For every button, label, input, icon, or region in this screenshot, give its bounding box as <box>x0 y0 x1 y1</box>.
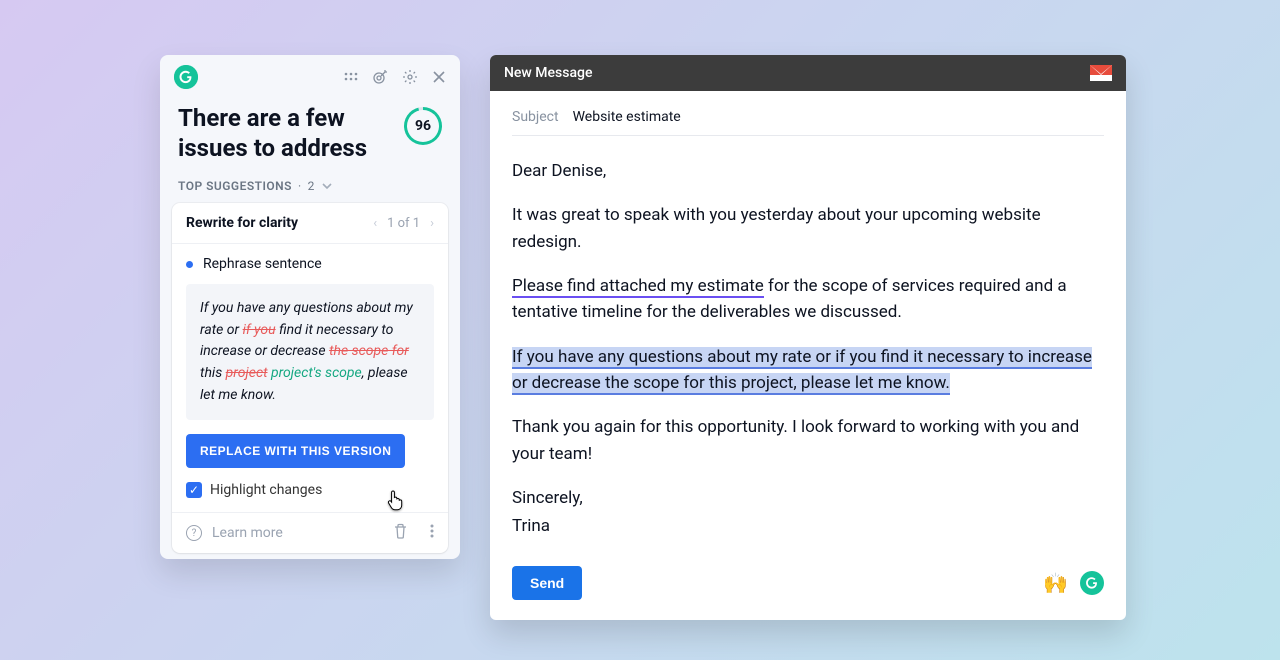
top-suggestions-toggle[interactable]: TOP SUGGESTIONS · 2 <box>160 163 460 203</box>
highlight-row[interactable]: ✓ Highlight changes <box>172 482 448 512</box>
goals-icon[interactable] <box>372 69 388 85</box>
email-greeting: Dear Denise, <box>512 158 1104 184</box>
top-suggestions-count: 2 <box>308 179 315 193</box>
cursor-hand-icon <box>386 489 406 516</box>
grammarly-status-icon[interactable] <box>1080 571 1104 595</box>
grammarly-panel: There are a few issues to address 96 TOP… <box>160 55 460 559</box>
email-window-title: New Message <box>504 65 592 81</box>
rewrite-snippet: If you have any questions about my rate … <box>186 284 434 420</box>
grammarly-header <box>160 55 460 93</box>
gear-icon[interactable] <box>402 69 418 85</box>
score-value: 96 <box>415 118 431 134</box>
email-signature: Trina <box>512 513 1104 539</box>
email-para: If you have any questions about my rate … <box>512 344 1104 397</box>
card-pager: ‹ 1 of 1 › <box>373 216 434 231</box>
email-footer: Send 🙌 <box>512 558 1104 600</box>
top-suggestions-label: TOP SUGGESTIONS <box>178 179 292 193</box>
pager-text: 1 of 1 <box>387 216 420 231</box>
card-title: Rewrite for clarity <box>186 215 298 231</box>
pager-next-icon[interactable]: › <box>430 216 434 231</box>
top-suggestions-dot: · <box>298 179 302 193</box>
email-para: It was great to speak with you yesterday… <box>512 202 1104 255</box>
chevron-down-icon <box>321 179 333 193</box>
learn-more-link[interactable]: Learn more <box>212 525 283 541</box>
rephrase-row: Rephrase sentence <box>172 244 448 284</box>
trash-icon[interactable] <box>393 523 408 543</box>
send-button[interactable]: Send <box>512 566 582 600</box>
grammarly-underline[interactable]: Please find attached my estimate <box>512 276 764 298</box>
pager-prev-icon[interactable]: ‹ <box>373 216 377 231</box>
snippet-insert: project's scope <box>268 365 362 381</box>
score-badge[interactable]: 96 <box>404 107 442 145</box>
rephrase-label: Rephrase sentence <box>203 256 322 272</box>
snippet-strike: project <box>226 365 268 381</box>
snippet-strike: the scope for <box>329 343 409 359</box>
suggestion-card: Rewrite for clarity ‹ 1 of 1 › Rephrase … <box>172 203 448 553</box>
email-body[interactable]: Dear Denise, It was great to speak with … <box>512 136 1104 540</box>
email-titlebar: New Message <box>490 55 1126 91</box>
gmail-icon <box>1090 65 1112 81</box>
email-signoff: Sincerely, <box>512 485 1104 511</box>
subject-row[interactable]: Subject Website estimate <box>512 109 1104 136</box>
snippet-text: this <box>200 365 226 381</box>
drag-handle-icon[interactable] <box>344 72 358 82</box>
subject-value: Website estimate <box>573 109 681 125</box>
panel-title: There are a few issues to address <box>178 103 404 163</box>
email-window: New Message Subject Website estimate Dea… <box>490 55 1126 620</box>
highlight-checkbox[interactable]: ✓ <box>186 482 202 498</box>
grammarly-highlight[interactable]: If you have any questions about my rate … <box>512 347 1092 395</box>
replace-button[interactable]: REPLACE WITH THIS VERSION <box>186 434 405 468</box>
emoji-raised-hands-icon[interactable]: 🙌 <box>1043 571 1068 595</box>
help-icon[interactable]: ? <box>186 525 202 541</box>
email-para: Thank you again for this opportunity. I … <box>512 414 1104 467</box>
highlight-label: Highlight changes <box>210 482 322 498</box>
close-icon[interactable] <box>432 70 446 84</box>
blue-dot-icon <box>186 261 193 268</box>
grammarly-logo-icon <box>174 65 198 89</box>
more-icon[interactable] <box>430 524 434 542</box>
subject-label: Subject <box>512 109 559 125</box>
email-para: Please find attached my estimate for the… <box>512 273 1104 326</box>
snippet-strike: if you <box>243 322 276 338</box>
